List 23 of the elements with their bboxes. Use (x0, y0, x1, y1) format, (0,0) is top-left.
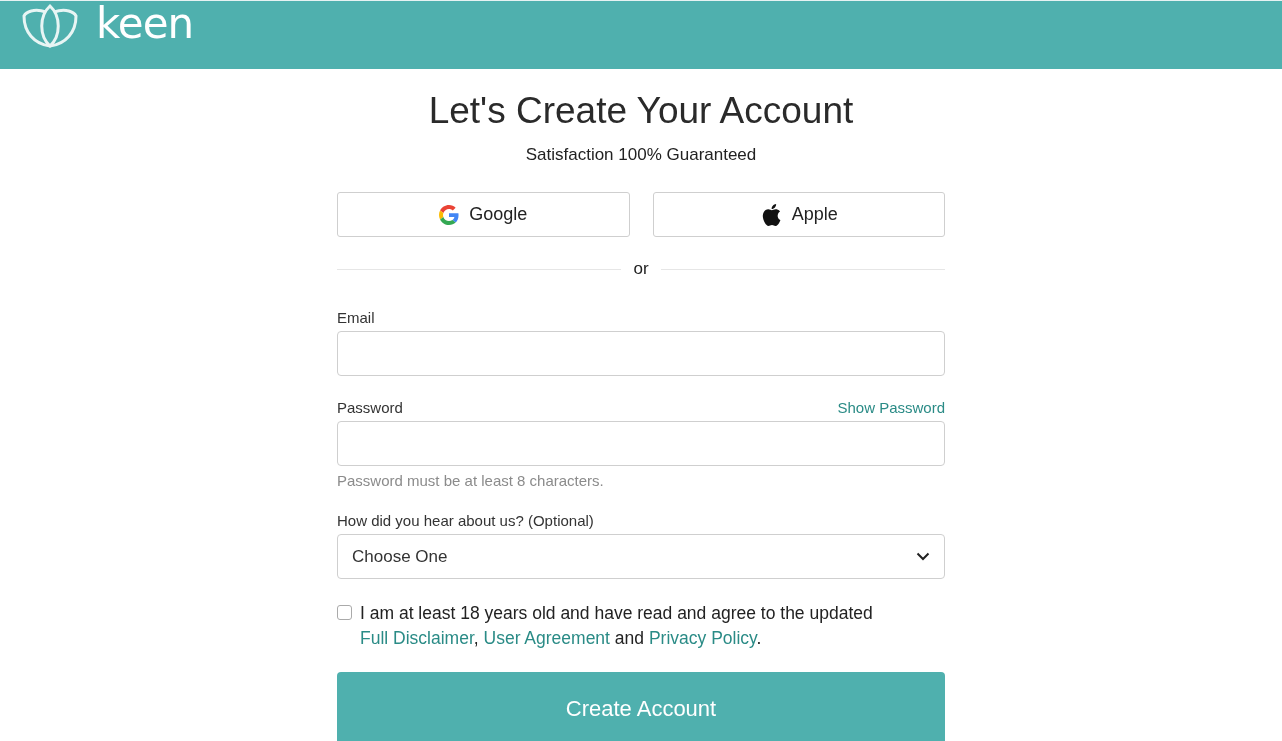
subtitle: Satisfaction 100% Guaranteed (525, 145, 757, 165)
apple-sign-in-button[interactable]: Apple (652, 192, 945, 237)
chevron-down-icon (916, 552, 930, 561)
agreement-link[interactable]: Full Disclaimer (360, 628, 474, 648)
divider-text: or (632, 259, 650, 279)
google-sign-in-button[interactable]: Google (337, 192, 630, 237)
logo-text[interactable]: keen (96, 1, 194, 47)
field-hint: Password must be at least 8 characters. (337, 472, 605, 489)
password-field[interactable] (337, 421, 945, 466)
agreement-checkbox[interactable] (337, 605, 352, 620)
agreement-link[interactable]: Privacy Policy (648, 628, 757, 648)
agreement-text: I am at least 18 years old and have read and agree to the updated Full Disclaimer, User Agreement and Privacy Policy. (360, 602, 874, 650)
email-field[interactable] (337, 331, 945, 376)
dropdown-field[interactable]: Choose One (337, 534, 945, 579)
lotus-logo-icon[interactable] (22, 2, 79, 48)
show-password-link[interactable]: Show Password (837, 399, 945, 416)
field-label: How did you hear about us? (Optional) (337, 512, 594, 529)
google-logo-icon (439, 204, 460, 225)
agreement-link[interactable]: User Agreement (483, 628, 610, 648)
field-label: Password (337, 399, 403, 416)
create-account-button[interactable]: Create Account (337, 672, 945, 741)
field-label: Email (337, 309, 375, 326)
page-title: Let's Create Your Account (428, 89, 854, 133)
